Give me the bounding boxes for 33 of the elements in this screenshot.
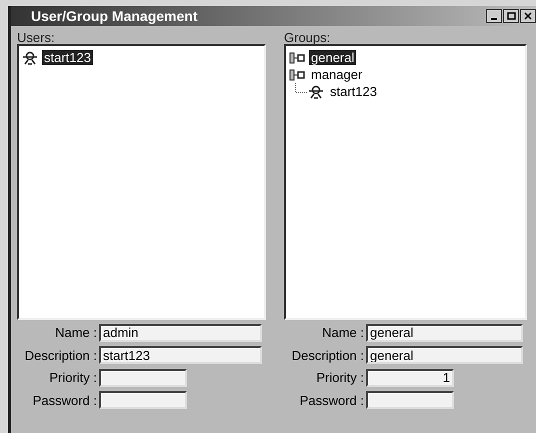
field-label: Password : — [298, 392, 365, 410]
field-label: Description : — [290, 346, 365, 365]
window-title: User/Group Management — [31, 6, 198, 26]
text-field[interactable]: general — [366, 324, 523, 342]
minimize-button[interactable] — [486, 9, 502, 23]
text-field[interactable] — [366, 391, 454, 410]
text-field[interactable]: start123 — [99, 346, 262, 364]
text-field[interactable] — [99, 391, 187, 410]
list-item[interactable]: general — [309, 50, 356, 65]
field-label: Password : — [32, 392, 98, 410]
text-field[interactable] — [99, 368, 187, 387]
field-label: Priority : — [48, 369, 98, 387]
tree-line — [295, 83, 308, 93]
maximize-icon — [506, 12, 516, 20]
maximize-button[interactable] — [503, 9, 519, 23]
text-field[interactable]: general — [366, 346, 523, 364]
list-item[interactable]: start123 — [42, 50, 93, 65]
groups-label: Groups: — [284, 29, 332, 44]
list-item[interactable]: manager — [309, 67, 364, 82]
user-icon — [22, 50, 38, 64]
field-label: Name : — [54, 324, 98, 342]
field-label: Description : — [24, 346, 98, 365]
close-button[interactable] — [520, 9, 536, 23]
list-item[interactable]: start123 — [328, 84, 379, 99]
user-icon — [308, 84, 324, 98]
field-label: Name : — [321, 324, 365, 342]
group-icon — [289, 68, 305, 80]
close-icon — [524, 12, 532, 20]
text-field[interactable]: admin — [99, 324, 262, 342]
group-icon — [289, 52, 305, 64]
field-label: Priority : — [315, 369, 365, 387]
users-label: Users: — [17, 29, 56, 44]
text-field[interactable]: 1 — [366, 368, 454, 387]
